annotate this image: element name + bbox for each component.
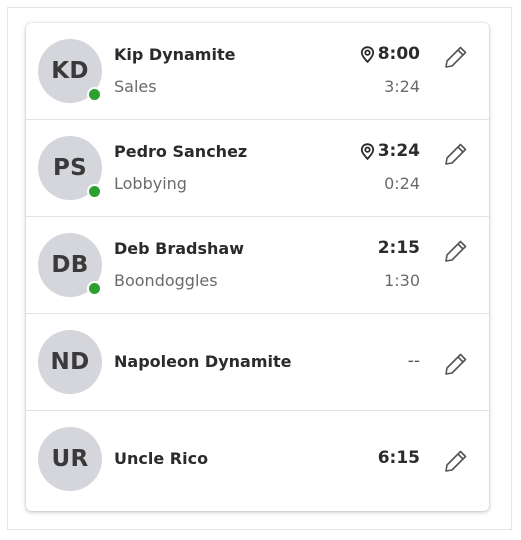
employee-name: Pedro Sanchez bbox=[114, 142, 248, 161]
total-time: 2:15 bbox=[378, 238, 420, 258]
total-time: -- bbox=[408, 351, 420, 371]
employee-name: Deb Bradshaw bbox=[114, 239, 244, 258]
list-item[interactable]: UR Uncle Rico 6:15 bbox=[26, 411, 489, 510]
online-status-dot bbox=[87, 281, 102, 296]
total-time-value: -- bbox=[407, 351, 420, 371]
activity-label: Lobbying bbox=[114, 174, 187, 193]
list-item[interactable]: PS Pedro Sanchez Lobbying 3:24 0:24 bbox=[26, 120, 489, 217]
activity-time: 3:24 bbox=[384, 77, 420, 96]
online-status-dot bbox=[87, 87, 102, 102]
total-time-value: 6:15 bbox=[377, 448, 420, 468]
online-status-dot bbox=[87, 184, 102, 199]
pencil-icon[interactable] bbox=[443, 238, 469, 264]
employee-time-list: KD Kip Dynamite Sales 8:00 3:24 PS Pedro… bbox=[26, 23, 489, 511]
employee-name: Kip Dynamite bbox=[114, 45, 236, 64]
pencil-icon[interactable] bbox=[443, 141, 469, 167]
pencil-icon[interactable] bbox=[443, 351, 469, 377]
total-time: 6:15 bbox=[378, 448, 420, 468]
avatar: UR bbox=[38, 427, 102, 491]
employee-name: Uncle Rico bbox=[114, 449, 209, 468]
total-time: 3:24 bbox=[360, 141, 420, 161]
avatar: ND bbox=[38, 330, 102, 394]
total-time: 8:00 bbox=[360, 44, 420, 64]
list-item[interactable]: DB Deb Bradshaw Boondoggles 2:15 1:30 bbox=[26, 217, 489, 314]
total-time-value: 3:24 bbox=[377, 141, 420, 161]
pencil-icon[interactable] bbox=[443, 44, 469, 70]
activity-label: Sales bbox=[114, 77, 157, 96]
employee-name: Napoleon Dynamite bbox=[114, 352, 292, 371]
pencil-icon[interactable] bbox=[443, 448, 469, 474]
activity-time: 1:30 bbox=[384, 271, 420, 290]
list-item[interactable]: KD Kip Dynamite Sales 8:00 3:24 bbox=[26, 23, 489, 120]
list-item[interactable]: ND Napoleon Dynamite -- bbox=[26, 314, 489, 411]
activity-label: Boondoggles bbox=[114, 271, 218, 290]
location-pin-icon bbox=[360, 45, 374, 63]
total-time-value: 8:00 bbox=[377, 44, 420, 64]
location-pin-icon bbox=[360, 142, 374, 160]
activity-time: 0:24 bbox=[384, 174, 420, 193]
total-time-value: 2:15 bbox=[377, 238, 420, 258]
